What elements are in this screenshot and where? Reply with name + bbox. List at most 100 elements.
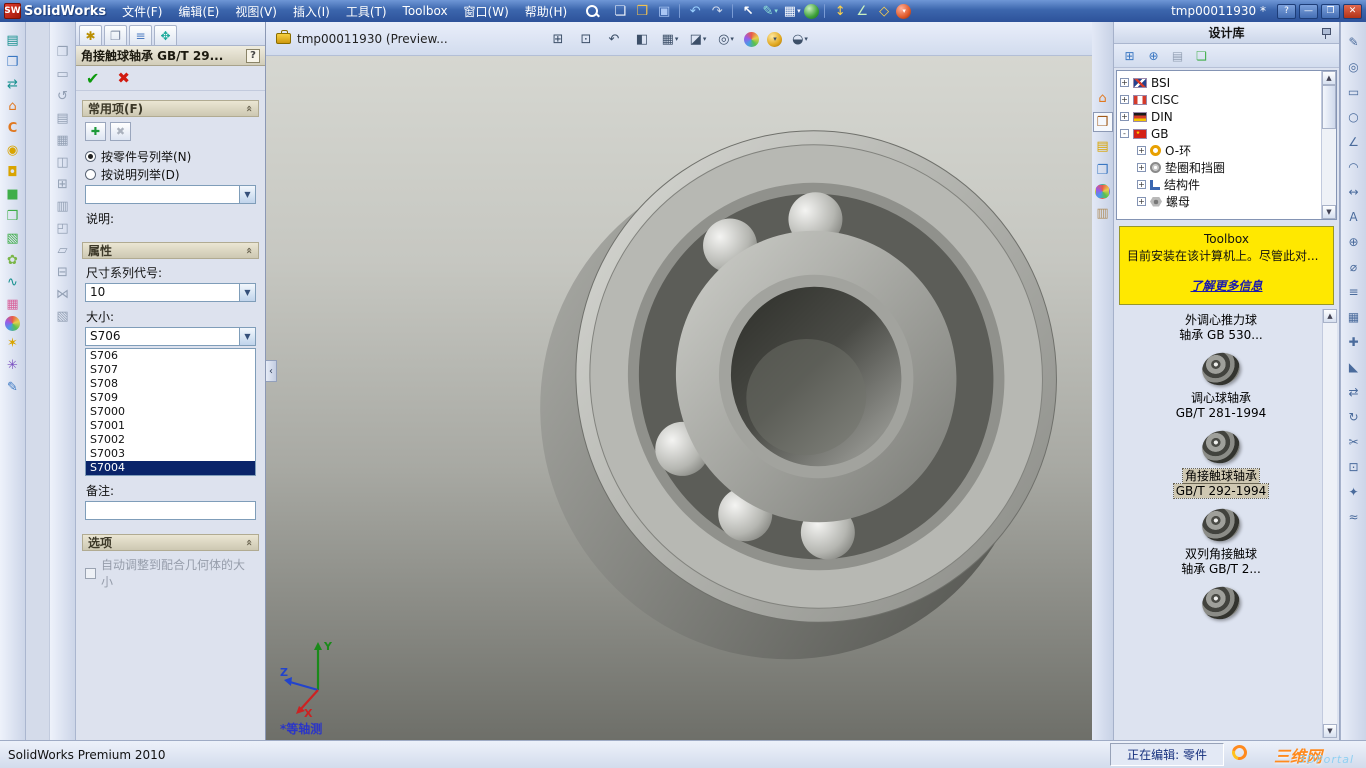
angle-icon[interactable]: ∠	[1344, 132, 1364, 152]
spline-icon[interactable]: ∿	[3, 272, 23, 292]
rotate-icon[interactable]: ↺	[53, 86, 73, 106]
part-number-dropdown[interactable]: ▼	[85, 185, 256, 204]
add-to-library-icon[interactable]: ⊞	[1120, 46, 1139, 65]
bearing-model[interactable]	[266, 56, 1092, 740]
lines-icon[interactable]: ≡	[1344, 282, 1364, 302]
save-icon[interactable]: ▣	[654, 2, 674, 20]
viewport-canvas[interactable]: Y Z X *等轴测	[266, 56, 1092, 740]
tree-item-din[interactable]: + DIN	[1120, 108, 1319, 125]
properties-tab-icon[interactable]: ✱	[79, 25, 102, 45]
library-item[interactable]: 双列角接触球 轴承 GB/T 2...	[1122, 504, 1320, 577]
view-orientation-icon[interactable]: ▦	[660, 28, 680, 50]
checkbox-disabled[interactable]	[85, 567, 96, 579]
tree-item-structural[interactable]: + 结构件	[1120, 176, 1319, 193]
bell-icon[interactable]: ◉	[3, 140, 23, 160]
add-file-location-icon[interactable]: ⊕	[1144, 46, 1163, 65]
radio-button-selected[interactable]	[85, 150, 96, 162]
plus-box-icon[interactable]: ⊞	[53, 174, 73, 194]
appearances-icon[interactable]	[1095, 184, 1110, 199]
zoom-area-icon[interactable]: ⊡	[576, 28, 596, 50]
swap-arrows-icon[interactable]: ⇄	[3, 74, 23, 94]
size-option[interactable]: S708	[86, 377, 255, 391]
expand-toggle[interactable]: +	[1137, 197, 1146, 206]
menu-item[interactable]: Toolbox	[395, 2, 456, 20]
circle-target-icon[interactable]: ◎	[1344, 57, 1364, 77]
scrollbar-thumb[interactable]	[1322, 85, 1336, 129]
bowtie-icon[interactable]: ⋈	[53, 284, 73, 304]
tree-item-bsi[interactable]: + BSI	[1120, 74, 1319, 91]
file-explorer-icon[interactable]: ▤	[1093, 136, 1113, 156]
section-view-icon[interactable]: ◧	[632, 28, 652, 50]
appearances-tab-icon[interactable]: ❐	[104, 25, 127, 45]
size-option[interactable]: S707	[86, 363, 255, 377]
new-document-icon[interactable]: ❏	[610, 2, 630, 20]
window-icon[interactable]: ❐	[53, 42, 73, 62]
chevron-down-icon[interactable]: ▼	[239, 284, 255, 301]
maximize-button[interactable]: ❐	[1321, 3, 1340, 19]
tree-item-nuts[interactable]: + 螺母	[1120, 193, 1319, 210]
sphere-icon[interactable]	[5, 316, 20, 331]
tree-item-o-ring[interactable]: + O-环	[1120, 142, 1319, 159]
expand-toggle[interactable]: +	[1137, 180, 1146, 189]
tree-item-gb[interactable]: - GB	[1120, 125, 1319, 142]
ok-button[interactable]: ✔	[86, 69, 99, 88]
size-option[interactable]: S706	[86, 349, 255, 363]
tree-item-cisc[interactable]: + CISC	[1120, 91, 1319, 108]
columns-icon[interactable]: ◫	[53, 152, 73, 172]
home-icon[interactable]: ⌂	[3, 96, 23, 116]
globe-icon[interactable]	[804, 3, 820, 19]
undo-icon[interactable]: ↶	[685, 2, 705, 20]
library-scrollbar[interactable]: ▲ ▼	[1322, 309, 1337, 738]
select-arrow-icon[interactable]: ↖	[738, 2, 758, 20]
trim-icon[interactable]: ✂	[1344, 432, 1364, 452]
asterisk-icon[interactable]: ✳	[3, 355, 23, 375]
pm-help-button[interactable]: ?	[246, 48, 260, 63]
zoom-fit-icon[interactable]: ⊞	[548, 28, 568, 50]
clipboard-icon[interactable]: ▤	[3, 30, 23, 50]
radio-button[interactable]	[85, 168, 96, 180]
size-option[interactable]: S7002	[86, 433, 255, 447]
size-series-dropdown[interactable]: 10 ▼	[85, 283, 256, 302]
display-style-icon[interactable]: ◪	[688, 28, 708, 50]
search-icon[interactable]	[585, 4, 600, 19]
rows-icon[interactable]: ▥	[53, 196, 73, 216]
parallelogram-icon[interactable]: ▱	[53, 240, 73, 260]
pencil-icon[interactable]: ✎	[3, 377, 23, 397]
library-item-caption[interactable]: 外调心推力球 轴承 GB 530...	[1122, 313, 1320, 343]
expand-toggle[interactable]: +	[1137, 163, 1146, 172]
menu-item[interactable]: 帮助(H)	[517, 1, 575, 22]
pin-icon[interactable]	[1320, 26, 1333, 39]
cube-icon[interactable]: ▧	[3, 228, 23, 248]
help-button[interactable]: ?	[1277, 3, 1296, 19]
new-folder-icon[interactable]: ▤	[1168, 46, 1187, 65]
learn-more-link[interactable]: 了解更多信息	[1127, 278, 1326, 295]
measure-icon[interactable]: ∠	[852, 2, 872, 20]
view-settings-icon[interactable]: ◒	[790, 28, 810, 50]
tree-scrollbar[interactable]: ▲ ▼	[1321, 71, 1336, 219]
circled-plus-icon[interactable]: ⊕	[1344, 232, 1364, 252]
green-square-icon[interactable]: ■	[3, 184, 23, 204]
redo-icon[interactable]: ↷	[707, 2, 727, 20]
scroll-down-icon[interactable]: ▼	[1322, 205, 1336, 219]
group-header-properties[interactable]: 属性 «	[82, 242, 259, 259]
text-icon[interactable]: A	[1344, 207, 1364, 227]
auto-size-option[interactable]: 自动调整到配合几何体的大小	[85, 556, 256, 590]
library-item-selected[interactable]: 角接触球轴承 GB/T 292-1994	[1122, 426, 1320, 500]
star-icon[interactable]: ✶	[3, 333, 23, 353]
size-option[interactable]: S7004	[86, 461, 255, 475]
apply-scene-icon[interactable]	[767, 31, 782, 47]
menu-item[interactable]: 工具(T)	[338, 1, 395, 22]
chevron-down-icon[interactable]: ▼	[239, 328, 255, 345]
size-option[interactable]: S709	[86, 391, 255, 405]
size-option[interactable]: S7001	[86, 419, 255, 433]
boxed-plus-icon[interactable]: ⊡	[1344, 457, 1364, 477]
grid-icon[interactable]: ▦	[3, 294, 23, 314]
letter-c-icon[interactable]: C	[3, 118, 23, 138]
document-tab[interactable]: tmp00011930 (Preview...	[276, 30, 448, 46]
size-option[interactable]: S7000	[86, 405, 255, 419]
home-icon[interactable]: ⌂	[1093, 88, 1113, 108]
expand-toggle[interactable]: +	[1120, 112, 1129, 121]
expand-toggle[interactable]: +	[1120, 78, 1129, 87]
cancel-button[interactable]: ✖	[117, 69, 130, 87]
plus-icon[interactable]: ✚	[1344, 332, 1364, 352]
